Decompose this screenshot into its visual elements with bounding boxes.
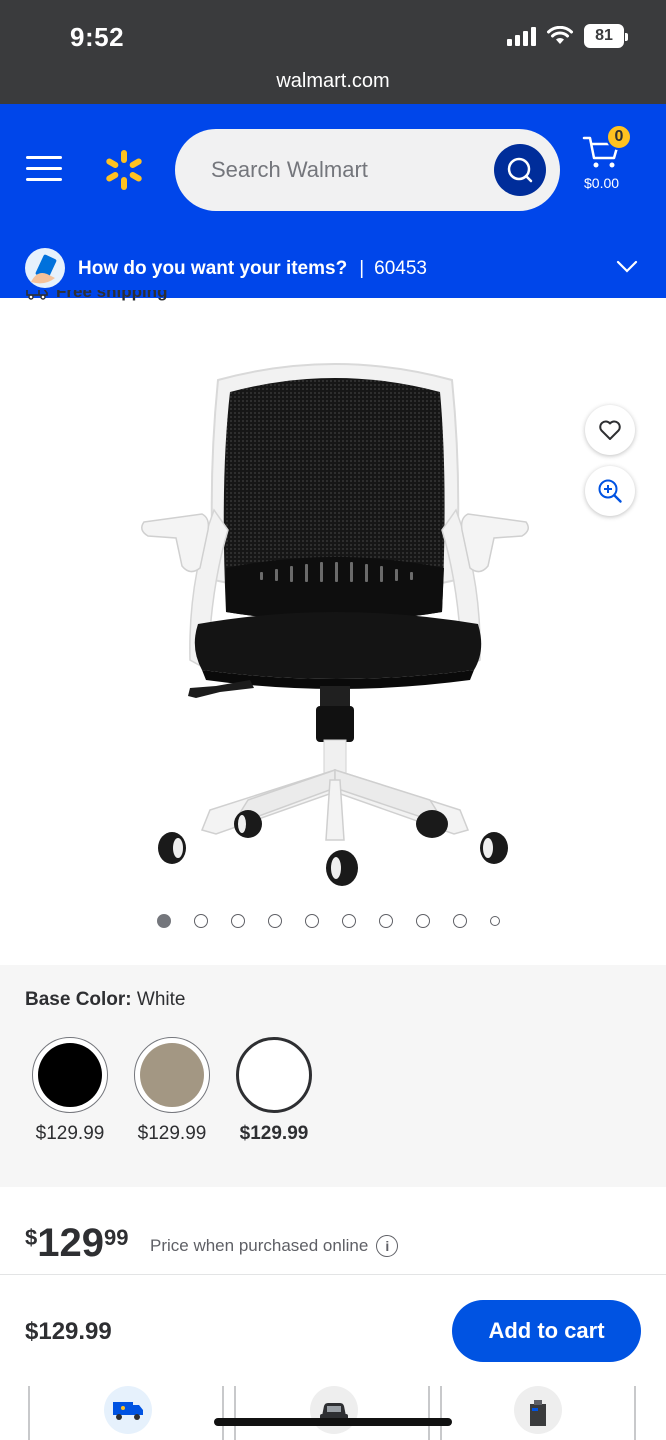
zoom-in-icon: [598, 479, 622, 503]
carousel-dot[interactable]: [268, 914, 282, 928]
cart-count-badge: 0: [606, 124, 632, 150]
info-icon[interactable]: i: [376, 1235, 399, 1257]
free-shipping-label: Free shipping: [26, 290, 167, 308]
delivery-separator: |: [359, 258, 365, 279]
chevron-down-icon: [616, 260, 638, 273]
add-to-cart-button[interactable]: Add to cart: [452, 1300, 641, 1362]
price-whole: 129: [37, 1221, 104, 1265]
status-icons: 81: [507, 24, 628, 48]
zoom-button[interactable]: [585, 466, 635, 516]
delivery-bag-icon: [514, 1386, 562, 1434]
cart-button[interactable]: 0 $0.00: [580, 124, 650, 194]
variant-selector: Base Color: White $129.99 $129.99 $129.9…: [0, 965, 666, 1187]
status-bar: 9:52 81 walmart.com: [0, 0, 666, 104]
walmart-spark-logo[interactable]: [102, 148, 146, 192]
carousel-dot[interactable]: [453, 914, 467, 928]
truck-icon: [26, 290, 48, 300]
carousel-dots: [157, 914, 523, 928]
search-icon: [507, 157, 533, 183]
menu-icon[interactable]: [26, 156, 62, 184]
swatch-tan-price: $129.99: [137, 1123, 207, 1144]
fulfillment-card-pickup[interactable]: [234, 1386, 430, 1440]
carousel-dot[interactable]: [416, 914, 430, 928]
delivery-text: How do you want your items? | 60453: [78, 258, 427, 280]
swatch-tan-fill: [140, 1043, 204, 1107]
carousel-dot[interactable]: [342, 914, 356, 928]
favorite-button[interactable]: [585, 405, 635, 455]
swatch-white-price: $129.99: [239, 1123, 309, 1144]
price-cents: 99: [104, 1225, 129, 1250]
carousel-dot[interactable]: [157, 914, 171, 928]
delivery-avatar-icon: [25, 248, 65, 288]
swatch-white[interactable]: [236, 1037, 312, 1113]
search-placeholder: Search Walmart: [211, 157, 368, 182]
delivery-question: How do you want your items?: [78, 258, 348, 279]
price-note: Price when purchased online i: [150, 1235, 399, 1257]
price-note-text: Price when purchased online: [150, 1236, 369, 1255]
signal-icon: [507, 26, 536, 46]
shipping-truck-icon: [104, 1386, 152, 1434]
search-button[interactable]: [494, 144, 546, 196]
carousel-dot[interactable]: [490, 916, 500, 926]
swatch-black[interactable]: [32, 1037, 108, 1113]
carousel-dot[interactable]: [231, 914, 245, 928]
variant-selected-value: White: [136, 989, 186, 1010]
heart-icon: [599, 420, 621, 440]
fulfillment-options: [0, 1386, 666, 1440]
variant-label-title: Base Color:: [25, 989, 132, 1010]
fulfillment-card-delivery[interactable]: [440, 1386, 636, 1440]
sticky-cart-bar: $129.99 Add to cart: [0, 1276, 666, 1386]
cart-bar-price: $129.99: [25, 1318, 112, 1345]
variant-label: Base Color: White: [25, 989, 186, 1011]
cart-total: $0.00: [584, 175, 620, 191]
wifi-icon: [547, 26, 573, 44]
swatch-black-fill: [38, 1043, 102, 1107]
battery-icon: 81: [584, 24, 628, 48]
delivery-zip: 60453: [374, 258, 427, 279]
carousel-dot[interactable]: [379, 914, 393, 928]
product-price: $ 129 99: [25, 1223, 128, 1263]
search-input[interactable]: Search Walmart: [175, 129, 560, 211]
swatch-black-price: $129.99: [35, 1123, 105, 1144]
carousel-dot[interactable]: [194, 914, 208, 928]
free-shipping-text: Free shipping: [56, 290, 168, 301]
url-bar[interactable]: walmart.com: [0, 70, 666, 93]
carousel-dot[interactable]: [305, 914, 319, 928]
fulfillment-card-shipping[interactable]: [28, 1386, 224, 1440]
price-row: $ 129 99 Price when purchased online i: [0, 1187, 666, 1275]
product-image[interactable]: [130, 340, 540, 900]
swatch-white-fill: [242, 1043, 306, 1107]
swatch-tan[interactable]: [134, 1037, 210, 1113]
status-time: 9:52: [70, 22, 125, 52]
price-currency: $: [25, 1225, 38, 1250]
home-indicator[interactable]: [214, 1418, 452, 1426]
pickup-car-icon: [310, 1386, 358, 1434]
